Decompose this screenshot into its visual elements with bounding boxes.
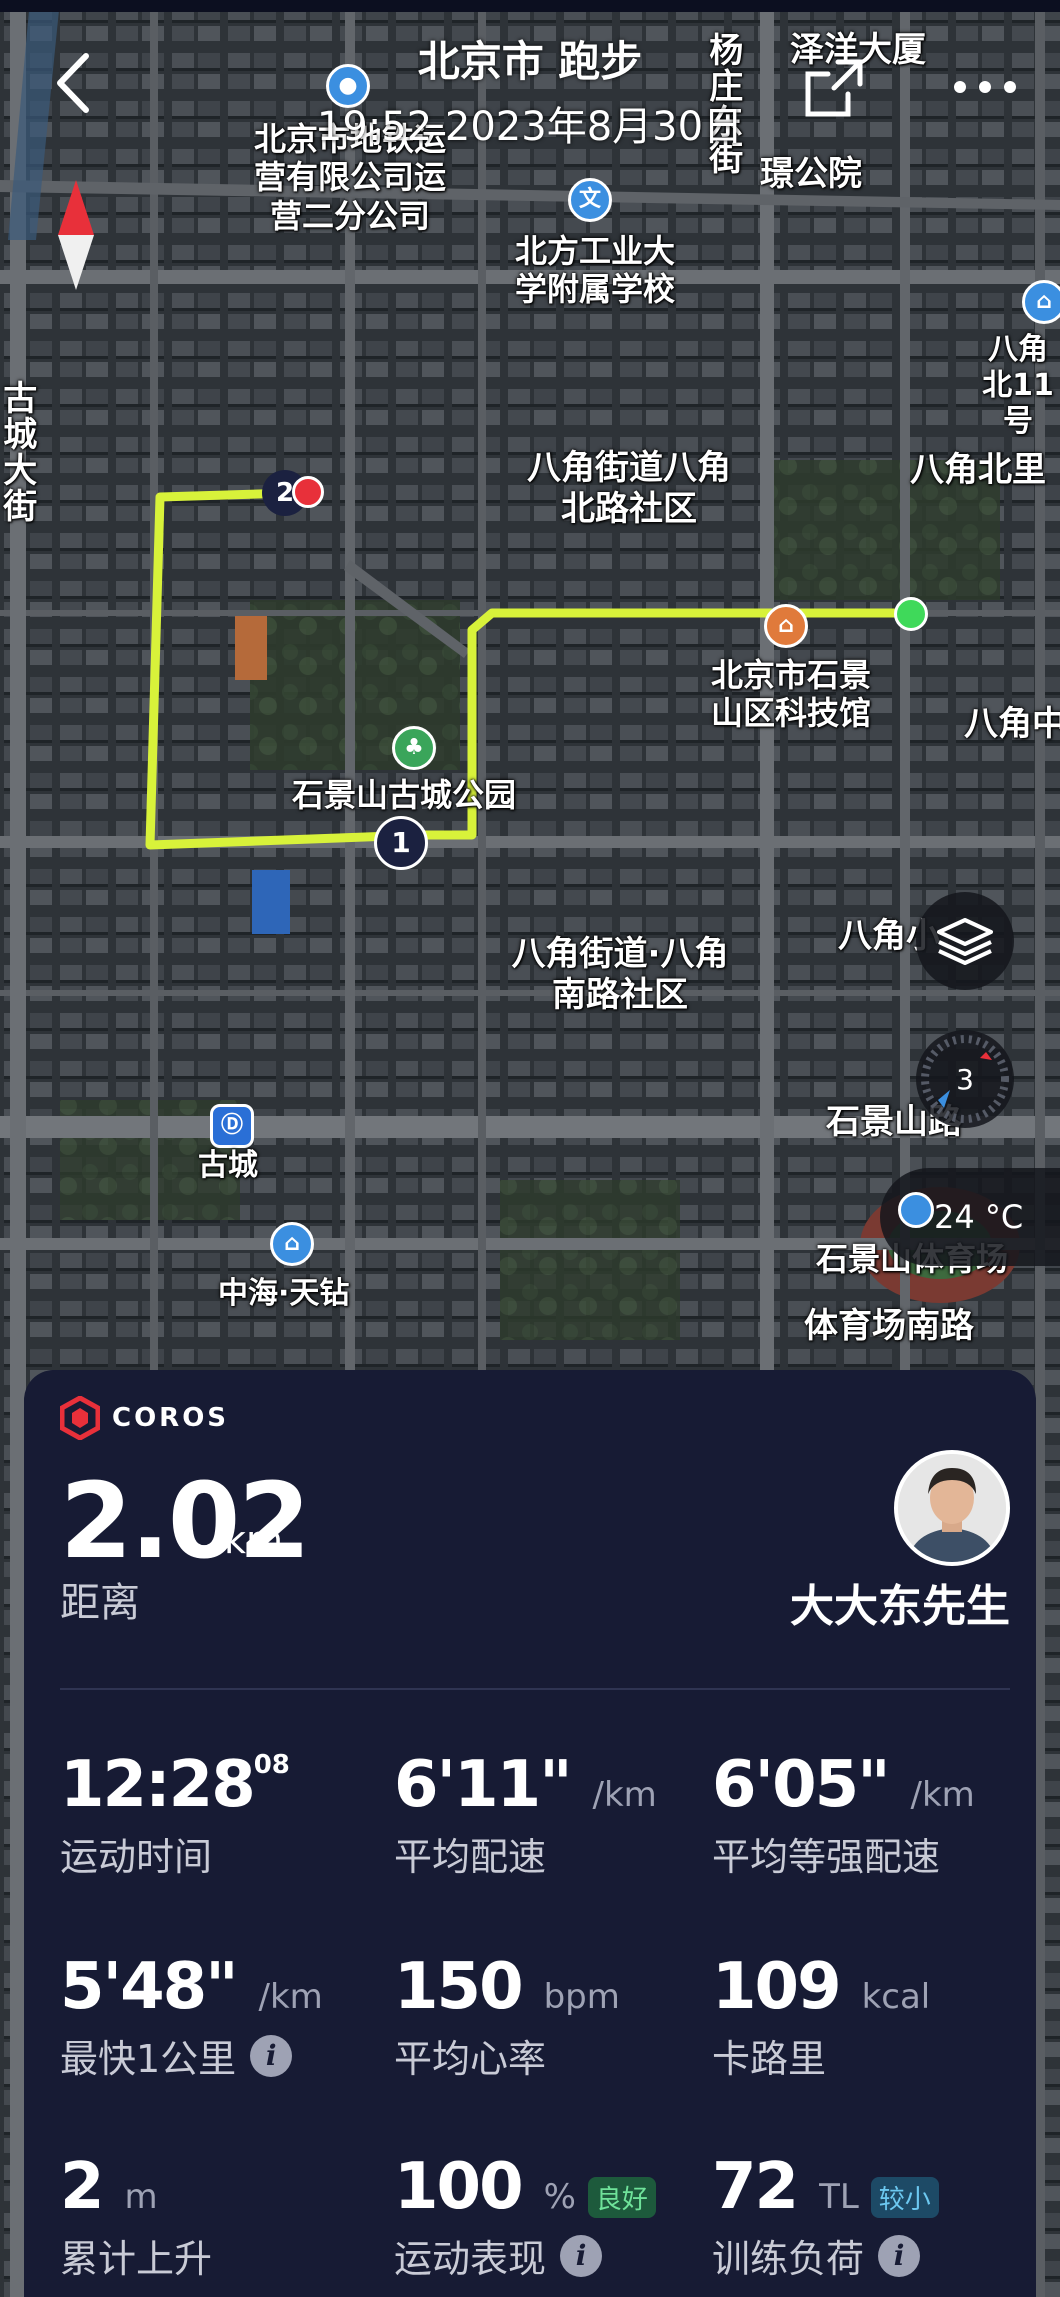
map-label: 古城大街: [0, 380, 37, 524]
end-marker: [292, 476, 324, 508]
map-label: 体育场南路: [804, 1306, 974, 1346]
stat-value: 109: [712, 1950, 842, 2024]
stat-duration: 12:2808 运动时间: [60, 1748, 290, 1881]
activity-datetime: 19:52 2023年8月30日: [316, 104, 744, 150]
distance-label: 距离: [60, 1580, 140, 1626]
stat-unit: /km: [910, 1775, 975, 1815]
map-label: 八角街道·八角南路社区: [511, 934, 729, 1015]
avatar[interactable]: [894, 1450, 1010, 1566]
activity-screen: 2 1 ● 文 ⌂ ⌂ ♣ Ⓓ ⌂ 泽洋大厦 杨庄东街 璟公院 北京市地铁运营有…: [0, 0, 1060, 2297]
stat-unit: kcal: [861, 1977, 931, 2017]
lap-marker-1-label: 1: [391, 826, 411, 859]
map-layers-button[interactable]: [916, 892, 1014, 990]
stat-seconds-fraction: 08: [253, 1750, 290, 1780]
stat-unit: TL: [819, 2177, 859, 2217]
stat-value: 6'05": [712, 1748, 891, 1822]
stat-unit: /km: [258, 1977, 323, 2017]
stat-value: 6'11": [394, 1748, 573, 1822]
brand-logo: COROS: [60, 1396, 229, 1440]
stat-label: 运动表现: [394, 2237, 547, 2281]
user-name: 大大东先生: [790, 1581, 1010, 1632]
stat-label: 卡路里: [712, 2037, 827, 2081]
stat-unit: bpm: [543, 1977, 620, 2017]
weather-icon: [898, 1192, 934, 1228]
stat-avg-heart-rate: 150 bpm 平均心率: [394, 1950, 620, 2083]
stat-label: 运动时间: [60, 1835, 213, 1879]
poi-building-icon: ⌂: [1022, 280, 1060, 324]
info-icon[interactable]: i: [878, 2234, 921, 2277]
activity-summary-card: COROS 2.02 km 距离 大大东先生 12:2808 运动时间 6'11…: [24, 1370, 1036, 2297]
map-label: 中海·天钻: [218, 1276, 350, 1311]
layers-icon: [937, 918, 993, 965]
stat-training-load: 72 TL 较小 训练负荷 i: [712, 2150, 939, 2283]
start-marker: [894, 597, 928, 631]
map-label: 石景山古城公园: [292, 776, 517, 814]
coros-logo-icon: [60, 1396, 100, 1440]
stat-value: 2: [60, 2150, 105, 2224]
stat-value: 150: [394, 1950, 524, 2024]
map-label: 八角街道八角北路社区: [527, 448, 731, 529]
poi-school-icon: 文: [568, 178, 612, 222]
weather-temp: 24 °C: [934, 1198, 1024, 1236]
status-badge: 较小: [870, 2177, 939, 2218]
stat-avg-pace: 6'11" /km 平均配速: [394, 1748, 657, 1881]
user-avatar-icon: [898, 1454, 1006, 1562]
compass-dial-button[interactable]: 3: [916, 1030, 1014, 1128]
map-label: 北京市石景山区科技馆: [710, 656, 871, 733]
lap-marker-1: 1: [374, 816, 428, 870]
divider: [60, 1688, 1010, 1690]
map-label: 八角北11号: [982, 332, 1054, 439]
map-label: 璟公院: [760, 154, 862, 194]
map-label: 古城: [198, 1148, 258, 1183]
more-dots-icon: [954, 81, 1016, 93]
stat-performance: 100% 良好 运动表现 i: [394, 2150, 656, 2283]
stat-label: 平均等强配速: [712, 1835, 941, 1879]
stat-unit: %: [543, 2177, 576, 2217]
map-label: 北方工业大学附属学校: [514, 232, 675, 309]
stat-label: 平均配速: [394, 1835, 547, 1879]
stat-label: 累计上升: [60, 2237, 213, 2281]
stat-value: 5'48": [60, 1950, 239, 2024]
stat-avg-grade-adjusted-pace: 6'05" /km 平均等强配速: [712, 1748, 975, 1881]
poi-building-icon: ⌂: [270, 1222, 314, 1266]
more-button[interactable]: [950, 62, 1020, 116]
north-compass-icon[interactable]: [54, 180, 98, 294]
brand-name: COROS: [112, 1403, 230, 1433]
stat-value: 72: [712, 2150, 799, 2224]
stat-fastest-km: 5'48" /km 最快1公里 i: [60, 1950, 323, 2083]
stat-label: 平均心率: [394, 2037, 547, 2081]
map-label: 八角北里: [910, 450, 1046, 490]
distance-unit: km: [224, 1518, 284, 1562]
info-icon[interactable]: i: [560, 2234, 603, 2277]
stat-label: 训练负荷: [712, 2237, 865, 2281]
stat-unit: m: [124, 2177, 158, 2217]
stat-label: 最快1公里: [60, 2037, 237, 2081]
metro-station-icon: Ⓓ: [210, 1104, 254, 1148]
share-button[interactable]: [798, 54, 868, 128]
stat-calories: 109 kcal 卡路里: [712, 1950, 930, 2083]
poi-museum-icon: ⌂: [764, 604, 808, 648]
stat-value: 12:28: [60, 1748, 256, 1822]
compass-value: 3: [956, 1062, 974, 1096]
info-icon[interactable]: i: [250, 2034, 293, 2077]
share-icon: [805, 59, 863, 117]
poi-park-icon: ♣: [392, 726, 436, 770]
status-badge: 良好: [587, 2177, 656, 2218]
page-title: 北京市 跑步: [417, 37, 643, 86]
stat-value: 100: [394, 2150, 524, 2224]
stat-unit: /km: [592, 1775, 657, 1815]
stat-elevation-gain: 2m 累计上升: [60, 2150, 212, 2283]
map-label: 八角中: [964, 704, 1060, 744]
